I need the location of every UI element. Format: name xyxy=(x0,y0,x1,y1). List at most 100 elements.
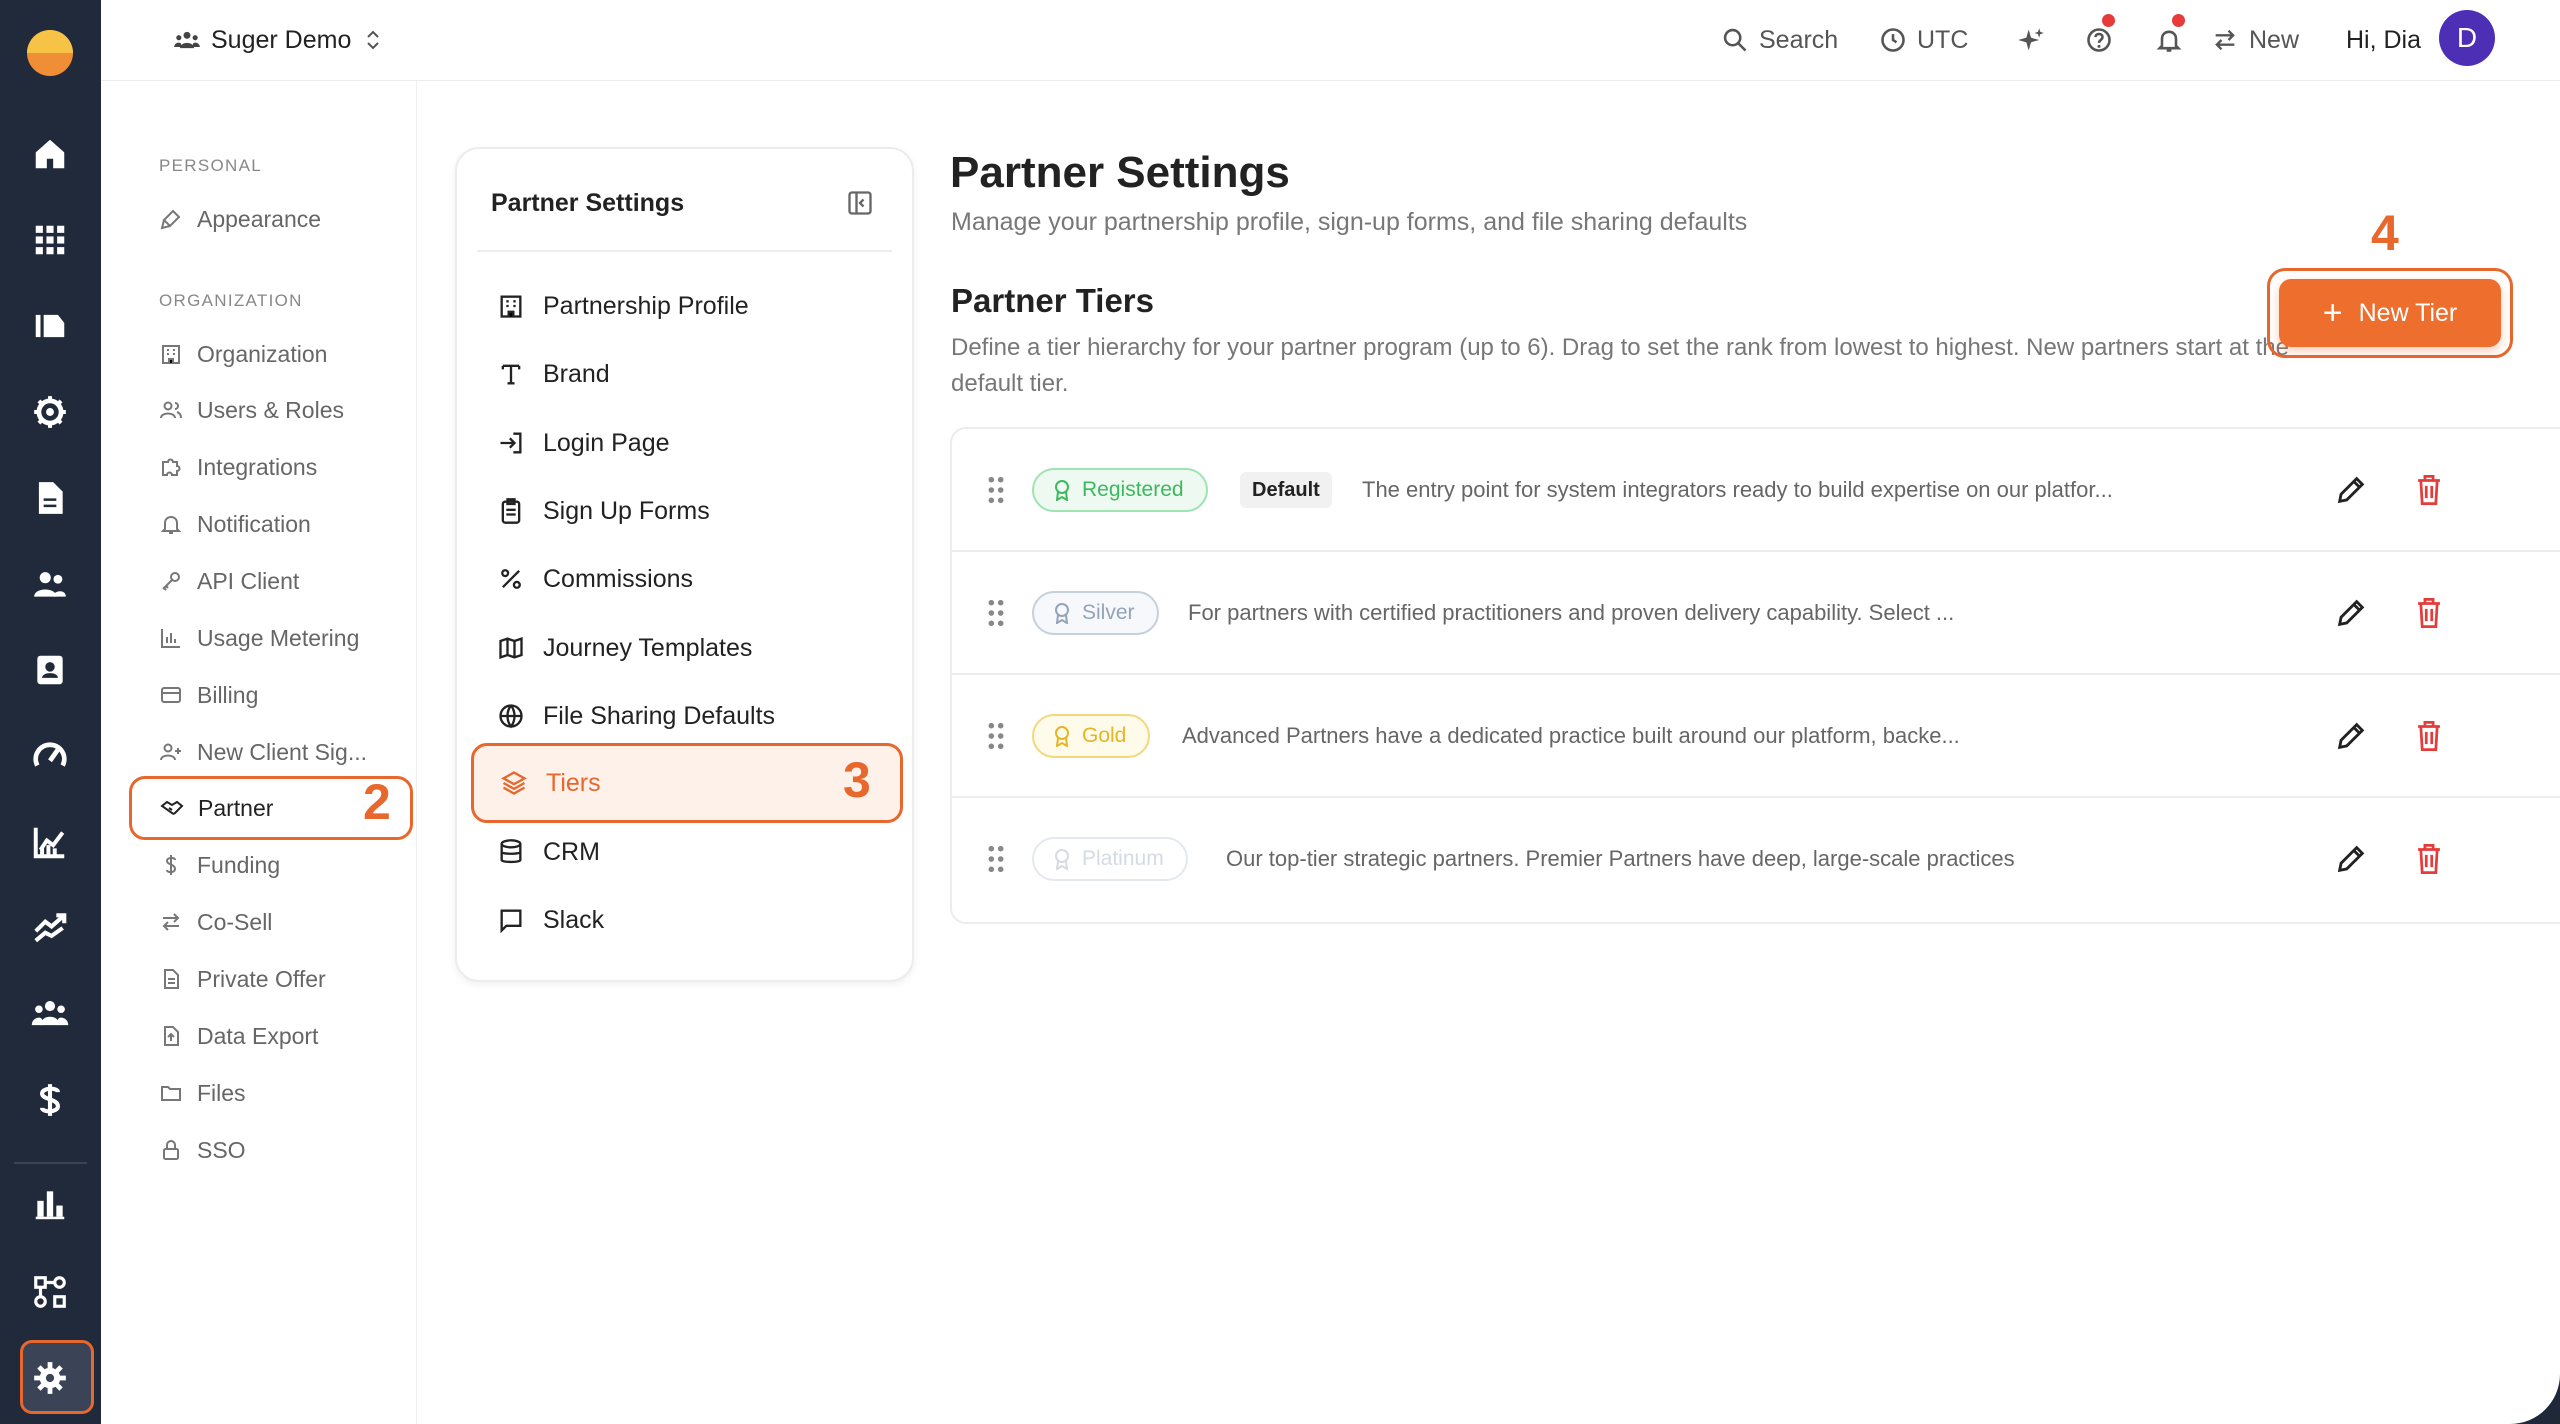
sidebar-item-sso[interactable]: SSO xyxy=(153,1126,393,1174)
tier-badge: Gold xyxy=(1032,714,1151,758)
sidebar-item-label: Billing xyxy=(197,681,259,708)
nav-item-file-sharing-defaults[interactable]: File Sharing Defaults xyxy=(483,686,895,746)
nav-item-slack[interactable]: Slack xyxy=(483,890,895,950)
sidebar-item-label: Co-Sell xyxy=(197,908,273,935)
swap-icon xyxy=(2215,29,2235,51)
tier-row[interactable]: Gold Advanced Partners have a dedicated p… xyxy=(952,675,2560,798)
clipboard-icon xyxy=(501,498,521,524)
sidebar-item-co-sell[interactable]: Co-Sell xyxy=(153,898,393,946)
sidebar-item-private-offer[interactable]: Private Offer xyxy=(153,955,393,1003)
nav-item-label: CRM xyxy=(543,837,600,866)
nav-item-label: Brand xyxy=(543,359,610,388)
folder-icon xyxy=(161,1086,181,1101)
nav-item-commissions[interactable]: Commissions xyxy=(483,549,895,609)
drag-handle-icon[interactable] xyxy=(986,844,1006,874)
edit-pencil-icon[interactable] xyxy=(2334,719,2368,753)
award-icon xyxy=(1055,726,1069,747)
collapse-panel-icon[interactable] xyxy=(846,189,874,217)
tier-row[interactable]: Silver For partners with certified practi… xyxy=(952,552,2560,675)
sidebar-item-label: Private Offer xyxy=(197,965,326,992)
sidebar-item-notification[interactable]: Notification xyxy=(153,500,393,548)
sidebar-item-users-roles[interactable]: Users & Roles xyxy=(153,386,393,434)
new-button[interactable]: New xyxy=(2211,20,2299,60)
nav-item-journey-templates[interactable]: Journey Templates xyxy=(483,618,895,678)
sidebar-item-label: Funding xyxy=(197,851,281,878)
greeting-label: Hi, Dia xyxy=(2346,25,2422,54)
sidebar-item-usage-metering[interactable]: Usage Metering xyxy=(153,614,393,662)
workspace-switcher[interactable]: Suger Demo xyxy=(173,20,385,60)
people-icon[interactable] xyxy=(26,560,74,608)
sidebar-item-label: Appearance xyxy=(197,205,322,232)
tier-name: Gold xyxy=(1082,724,1127,747)
bell-icon xyxy=(2156,30,2182,52)
new-tier-button[interactable]: + New Tier xyxy=(2279,279,2501,347)
suger-logo-icon[interactable] xyxy=(27,30,73,76)
callout-3: 3 xyxy=(843,752,871,808)
tier-row[interactable]: Registered Default The entry point for sys… xyxy=(952,429,2560,552)
building-icon xyxy=(162,345,180,364)
avatar[interactable]: D xyxy=(2439,10,2495,66)
nav-item-sign-up-forms[interactable]: Sign Up Forms xyxy=(483,481,895,541)
workflow-icon[interactable] xyxy=(26,1268,74,1316)
delete-trash-icon[interactable] xyxy=(2414,719,2444,753)
apps-grid-icon[interactable] xyxy=(26,216,74,264)
dollar-icon[interactable] xyxy=(26,1076,74,1124)
cloud-settings-icon[interactable] xyxy=(26,388,74,436)
speedometer-icon[interactable] xyxy=(26,732,74,780)
main-panel: Suger Demo Search UTC New Hi, Dia D PERS… xyxy=(101,0,2560,1424)
sidebar-item-label: API Client xyxy=(197,567,300,594)
nav-item-tiers[interactable]: Tiers xyxy=(471,743,903,823)
search-button[interactable]: Search xyxy=(1721,20,1838,60)
team-icon[interactable] xyxy=(26,990,74,1038)
callout-2: 2 xyxy=(363,774,391,830)
handshake-deal-icon[interactable] xyxy=(26,904,74,952)
sidebar-item-data-export[interactable]: Data Export xyxy=(153,1012,393,1060)
sidebar-item-integrations[interactable]: Integrations xyxy=(153,443,393,491)
database-icon xyxy=(500,839,522,864)
drag-handle-icon[interactable] xyxy=(986,475,1006,505)
sidebar-item-label: Data Export xyxy=(197,1022,319,1049)
sidebar-item-api-client[interactable]: API Client xyxy=(153,557,393,605)
delete-trash-icon[interactable] xyxy=(2414,842,2444,876)
analytics-icon[interactable] xyxy=(26,818,74,866)
drag-handle-icon[interactable] xyxy=(986,598,1006,628)
sidebar-item-new-client-signup[interactable]: New Client Sig... xyxy=(153,728,393,776)
brush-icon xyxy=(160,209,181,230)
delete-trash-icon[interactable] xyxy=(2414,473,2444,507)
building-icon xyxy=(500,295,522,318)
drag-handle-icon[interactable] xyxy=(986,721,1006,751)
sidebar-item-billing[interactable]: Billing xyxy=(153,671,393,719)
sidebar-item-appearance[interactable]: Appearance xyxy=(153,195,393,243)
nav-item-partnership-profile[interactable]: Partnership Profile xyxy=(483,276,895,336)
settings-gear-icon[interactable] xyxy=(26,1354,74,1402)
search-icon xyxy=(1723,28,1747,52)
edit-pencil-icon[interactable] xyxy=(2334,596,2368,630)
nav-item-brand[interactable]: Brand xyxy=(483,344,895,404)
listings-icon[interactable] xyxy=(26,302,74,350)
timezone-button[interactable]: UTC xyxy=(1879,20,1968,60)
export-icon xyxy=(164,1026,179,1046)
tier-name: Registered xyxy=(1082,478,1184,501)
home-icon[interactable] xyxy=(26,130,74,178)
reports-icon[interactable] xyxy=(26,1180,74,1228)
edit-pencil-icon[interactable] xyxy=(2334,842,2368,876)
greeting: Hi, Dia xyxy=(2346,20,2421,60)
tier-row[interactable]: Platinum Our top-tier strategic partners.… xyxy=(952,798,2560,921)
file-icon[interactable] xyxy=(26,474,74,522)
sidebar-item-organization[interactable]: Organization xyxy=(153,330,393,378)
sidebar-item-label: Organization xyxy=(197,340,328,367)
contacts-icon[interactable] xyxy=(26,646,74,694)
puzzle-icon xyxy=(162,458,181,476)
sidebar-item-label: New Client Sig... xyxy=(197,738,368,765)
users-icon xyxy=(160,401,182,419)
bell-icon xyxy=(160,515,182,534)
sidebar-item-files[interactable]: Files xyxy=(153,1069,393,1117)
card-icon xyxy=(161,687,181,703)
sidebar-item-funding[interactable]: Funding xyxy=(153,841,393,889)
nav-item-crm[interactable]: CRM xyxy=(483,822,895,882)
nav-item-label: Journey Templates xyxy=(543,633,753,662)
ai-sparkle-button[interactable] xyxy=(2017,20,2045,60)
delete-trash-icon[interactable] xyxy=(2414,596,2444,630)
nav-item-login-page[interactable]: Login Page xyxy=(483,413,895,473)
edit-pencil-icon[interactable] xyxy=(2334,473,2368,507)
